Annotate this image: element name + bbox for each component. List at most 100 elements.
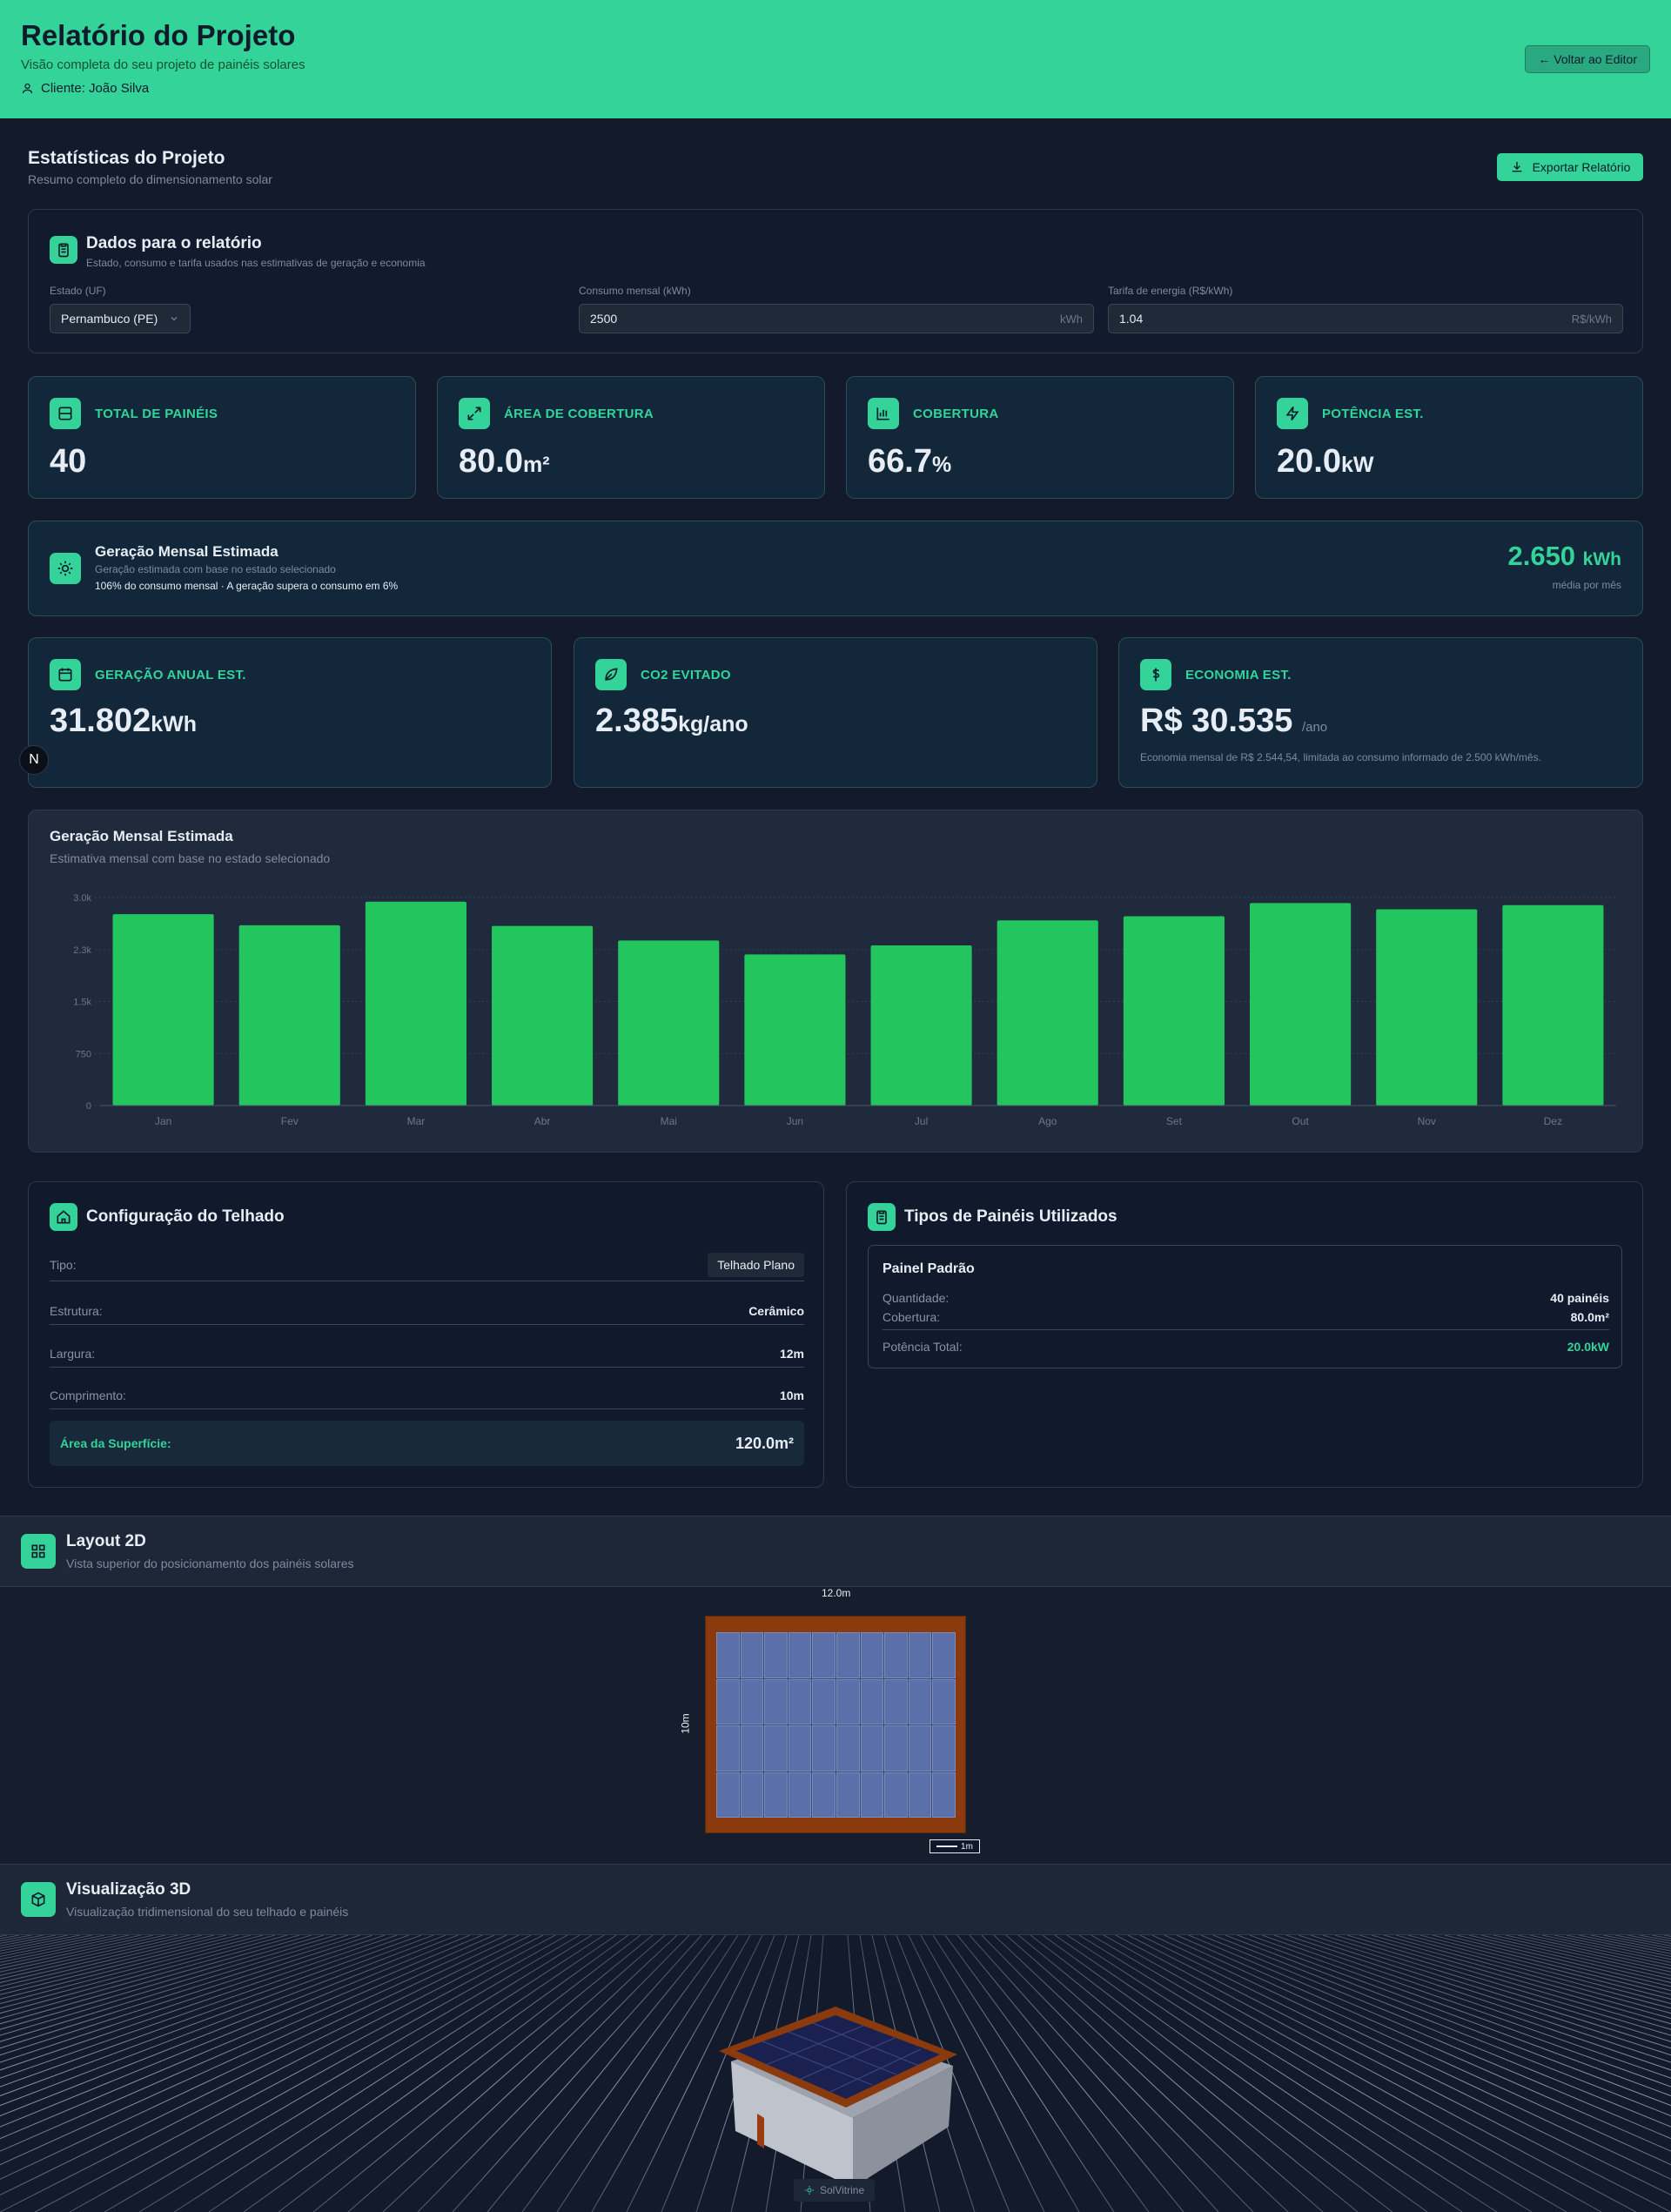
layout2d-subtitle: Vista superior do posicionamento dos pai… bbox=[66, 1556, 354, 1570]
solar-panel[interactable] bbox=[812, 1772, 836, 1818]
bar-nov[interactable] bbox=[1376, 909, 1478, 1106]
panel-icon bbox=[50, 398, 81, 429]
x-tick-label: Mai bbox=[661, 1115, 677, 1127]
monthly-subtitle: Geração estimada com base no estado sele… bbox=[95, 563, 336, 575]
bar-mar[interactable] bbox=[365, 901, 466, 1106]
state-select[interactable]: Pernambuco (PE) bbox=[50, 304, 191, 333]
solar-panel[interactable] bbox=[860, 1632, 884, 1678]
stat-value: 40 bbox=[50, 443, 87, 480]
solar-panel[interactable] bbox=[860, 1772, 884, 1818]
layout2d-title: Layout 2D bbox=[66, 1532, 146, 1550]
layout2d-canvas[interactable]: 12.0m 10m 1m bbox=[0, 1587, 1671, 1864]
tariff-label: Tarifa de energia (R$/kWh) bbox=[1108, 285, 1233, 297]
bar-set[interactable] bbox=[1123, 916, 1225, 1106]
solar-panel[interactable] bbox=[788, 1725, 812, 1772]
stat-label: GERAÇÃO ANUAL EST. bbox=[95, 668, 246, 682]
stat-card-co2: CO2 EVITADO 2.385kg/ano bbox=[574, 637, 1097, 788]
stat-value: R$ 30.535 /ano bbox=[1140, 703, 1328, 739]
solar-panel[interactable] bbox=[740, 1632, 764, 1678]
scale-bar: 1m bbox=[929, 1839, 980, 1853]
solar-panel[interactable] bbox=[812, 1678, 836, 1725]
solar-panel[interactable] bbox=[812, 1632, 836, 1678]
stat-value: 66.7% bbox=[868, 443, 952, 480]
tariff-input[interactable]: 1.04 R$/kWh bbox=[1108, 304, 1623, 333]
view3d-canvas[interactable]: SolVitrine bbox=[0, 1935, 1671, 2212]
panel-types-card: Tipos de Painéis Utilizados Painel Padrã… bbox=[846, 1181, 1643, 1488]
stat-label: POTÊNCIA EST. bbox=[1322, 407, 1424, 421]
solar-panel[interactable] bbox=[932, 1725, 956, 1772]
download-icon bbox=[1512, 162, 1521, 172]
page-subtitle: Visão completa do seu projeto de painéis… bbox=[21, 57, 305, 72]
bar-ago[interactable] bbox=[997, 920, 1098, 1106]
solar-panel[interactable] bbox=[932, 1678, 956, 1725]
x-tick-label: Dez bbox=[1544, 1115, 1562, 1127]
solar-panel[interactable] bbox=[836, 1678, 860, 1725]
solar-panel[interactable] bbox=[836, 1725, 860, 1772]
state-label: Estado (UF) bbox=[50, 285, 106, 297]
solar-panel[interactable] bbox=[860, 1725, 884, 1772]
solar-panel[interactable] bbox=[764, 1632, 788, 1678]
bar-abr[interactable] bbox=[492, 925, 594, 1106]
solar-panel[interactable] bbox=[884, 1725, 908, 1772]
solar-panel[interactable] bbox=[740, 1678, 764, 1725]
x-tick-label: Ago bbox=[1038, 1115, 1057, 1127]
x-tick-label: Jul bbox=[915, 1115, 928, 1127]
home-icon bbox=[50, 1203, 77, 1231]
state-value: Pernambuco (PE) bbox=[61, 312, 158, 326]
solar-panel[interactable] bbox=[908, 1772, 932, 1818]
solar-panel[interactable] bbox=[812, 1725, 836, 1772]
stat-value: 80.0m² bbox=[459, 443, 550, 480]
solar-panel[interactable] bbox=[932, 1772, 956, 1818]
client-name: Cliente: João Silva bbox=[41, 81, 150, 96]
panel-qty: Quantidade: 40 painéis bbox=[882, 1291, 1609, 1305]
solar-panel[interactable] bbox=[716, 1678, 740, 1725]
solar-panel[interactable] bbox=[836, 1632, 860, 1678]
stat-card-total-panels: TOTAL DE PAINÉIS 40 bbox=[28, 376, 416, 499]
solar-panel[interactable] bbox=[788, 1678, 812, 1725]
back-to-editor-button[interactable]: ← Voltar ao Editor bbox=[1525, 45, 1650, 73]
solar-panel[interactable] bbox=[932, 1632, 956, 1678]
solar-panel[interactable] bbox=[884, 1678, 908, 1725]
stat-label: TOTAL DE PAINÉIS bbox=[95, 407, 218, 421]
solar-panel[interactable] bbox=[764, 1772, 788, 1818]
stat-label: COBERTURA bbox=[913, 407, 999, 421]
solar-panel[interactable] bbox=[716, 1772, 740, 1818]
bar-mai[interactable] bbox=[618, 940, 720, 1106]
solar-panel[interactable] bbox=[884, 1772, 908, 1818]
solar-panel[interactable] bbox=[908, 1725, 932, 1772]
view3d-header: Visualização 3D Visualização tridimensio… bbox=[0, 1864, 1671, 1935]
stat-value: 31.802kWh bbox=[50, 703, 198, 739]
solar-panel[interactable] bbox=[860, 1678, 884, 1725]
solar-panel[interactable] bbox=[716, 1725, 740, 1772]
roof-row-type: Tipo: Telhado Plano bbox=[50, 1248, 804, 1281]
solar-panel[interactable] bbox=[788, 1772, 812, 1818]
stat-card-coverage: COBERTURA 66.7% bbox=[846, 376, 1234, 499]
floating-n-button[interactable]: N bbox=[19, 745, 49, 775]
bar-jan[interactable] bbox=[112, 914, 214, 1106]
monthly-generation-chart: Geração Mensal Estimada Estimativa mensa… bbox=[28, 810, 1643, 1153]
solar-panel[interactable] bbox=[908, 1632, 932, 1678]
solar-panel[interactable] bbox=[716, 1632, 740, 1678]
roof-surface-area: Área da Superfície: 120.0m² bbox=[50, 1421, 804, 1466]
export-report-button[interactable]: Exportar Relatório bbox=[1497, 153, 1643, 181]
bar-out[interactable] bbox=[1250, 903, 1352, 1106]
panel-item: Painel Padrão Quantidade: 40 painéis Cobe… bbox=[868, 1245, 1622, 1368]
bar-fev[interactable] bbox=[238, 924, 340, 1106]
solar-panel[interactable] bbox=[764, 1678, 788, 1725]
bar-dez[interactable] bbox=[1502, 904, 1604, 1106]
consumption-input[interactable]: 2500 kWh bbox=[579, 304, 1094, 333]
bar-jul[interactable] bbox=[870, 945, 972, 1106]
solar-panel[interactable] bbox=[788, 1632, 812, 1678]
solar-panel[interactable] bbox=[740, 1725, 764, 1772]
solar-panel[interactable] bbox=[764, 1725, 788, 1772]
solar-panel[interactable] bbox=[884, 1632, 908, 1678]
y-tick-label: 2.3k bbox=[73, 945, 91, 956]
monthly-title: Geração Mensal Estimada bbox=[95, 543, 278, 560]
solar-panel[interactable] bbox=[740, 1772, 764, 1818]
expand-icon bbox=[459, 398, 490, 429]
consumption-unit: kWh bbox=[1060, 312, 1083, 326]
user-icon bbox=[22, 83, 33, 94]
bar-jun[interactable] bbox=[744, 954, 846, 1106]
solar-panel[interactable] bbox=[836, 1772, 860, 1818]
solar-panel[interactable] bbox=[908, 1678, 932, 1725]
